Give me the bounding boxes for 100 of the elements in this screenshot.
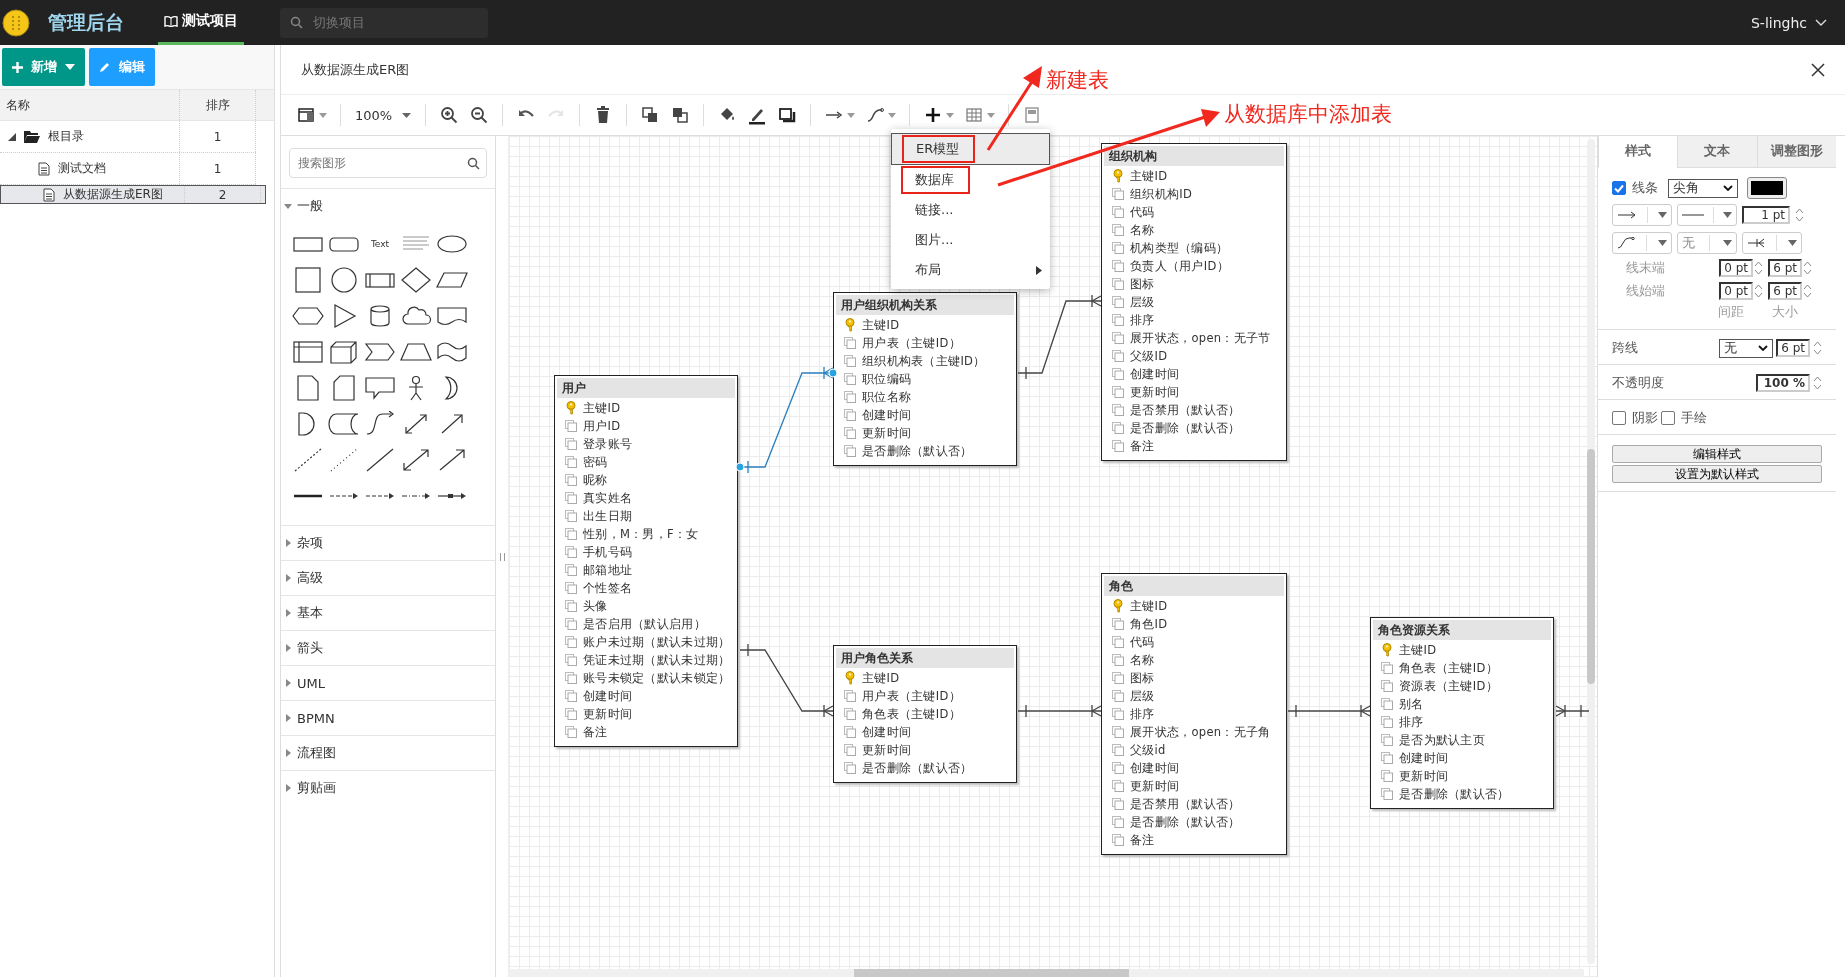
menu-item[interactable]: 布局: [891, 255, 1050, 285]
entity-table[interactable]: 用户角色关系 主键ID 用户表（主键ID） 角色表（主键ID） 创建时间 更新时间 是否删除（默认否）: [833, 645, 1017, 783]
callout-icon[interactable]: [363, 375, 397, 401]
tape-icon[interactable]: [435, 339, 469, 365]
style-button[interactable]: 编辑样式: [1612, 445, 1822, 463]
connector-line[interactable]: [1555, 704, 1590, 718]
tree-row[interactable]: 根目录 1: [0, 121, 256, 153]
panel-layout-icon[interactable]: [296, 105, 316, 125]
field-icon: [1112, 798, 1124, 810]
spinner-icon[interactable]: [1813, 339, 1822, 357]
caret-icon[interactable]: [987, 112, 996, 118]
spacing-field[interactable]: 0 pt: [1719, 282, 1753, 300]
caret-icon[interactable]: [319, 112, 327, 118]
field-name: 登录账号: [583, 436, 633, 452]
expand-triangle-icon[interactable]: [8, 132, 16, 141]
connection-style-dropdown[interactable]: [1612, 204, 1672, 226]
connector-line[interactable]: [1017, 294, 1102, 380]
field-icon: [844, 726, 856, 738]
field-icon: [1381, 734, 1393, 746]
field-name: 是否禁用（默认否）: [1130, 402, 1241, 418]
spinner-icon[interactable]: [1803, 282, 1812, 300]
user-menu[interactable]: S-linghc: [1750, 14, 1827, 31]
close-icon[interactable]: [1811, 62, 1825, 77]
field-icon: [844, 445, 856, 457]
spinner-icon[interactable]: [1813, 374, 1822, 392]
project-switch-field[interactable]: 切换项目: [280, 7, 488, 38]
line-width-field[interactable]: 1 pt: [1742, 206, 1790, 224]
entity-table[interactable]: 角色 主键ID 角色ID 代码 名称 图标 层级 排序 展开状态，open：无子角 父级id 创建时间 更新时间 是否禁用（默认否） 是否删除（默认否） 备注: [1101, 573, 1287, 855]
line-pattern-dropdown[interactable]: [1677, 204, 1737, 226]
project-switch-field[interactable]: 切换项目: [311, 14, 465, 31]
color-swatch[interactable]: [1748, 178, 1786, 198]
connector-line[interactable]: [739, 643, 834, 718]
chevron-down-icon: [1758, 345, 1768, 351]
style-button[interactable]: 设置为默认样式: [1612, 465, 1822, 483]
zoom-dropdown[interactable]: 100%: [349, 107, 418, 123]
shape-search-field[interactable]: 搜索图形: [289, 148, 487, 178]
entity-table[interactable]: 组织机构 主键ID 组织机构ID 代码 名称 机构类型（编码） 负责人（用户ID） 图标 层级 排序 展开状态，open：无子节 父级ID 创建时间 更新时间 是否禁用（默认否） 是否删除（默认否） 备注: [1101, 143, 1287, 461]
text-shape[interactable]: Text: [370, 231, 390, 257]
data-storage-icon[interactable]: [327, 411, 361, 437]
line-jump-select[interactable]: 无: [1719, 338, 1773, 358]
zoom-in-icon[interactable]: [439, 105, 460, 125]
menu-item[interactable]: ER模型: [891, 133, 1050, 165]
shape-category[interactable]: BPMN: [281, 700, 495, 735]
menu-item[interactable]: 图片...: [891, 225, 1050, 255]
spinner-icon[interactable]: [1803, 259, 1812, 277]
entity-table[interactable]: 角色资源关系 主键ID 角色表（主键ID） 资源表（主键ID） 别名 排序 是否为默认主页 创建时间 更新时间 是否删除（默认否）: [1370, 617, 1554, 809]
format-tab[interactable]: 调整图形: [1756, 136, 1836, 168]
scrollbar-thumb[interactable]: [1587, 449, 1595, 684]
field-icon: [1112, 332, 1124, 344]
connector-line[interactable]: [1287, 704, 1371, 718]
tree-row[interactable]: 从数据源生成ER图 2: [0, 185, 266, 204]
to-back-icon[interactable]: [670, 105, 691, 125]
caret-icon[interactable]: [888, 112, 897, 118]
key-icon: [1112, 169, 1124, 183]
caret-icon[interactable]: [946, 112, 955, 118]
format-tab[interactable]: 文本: [1677, 136, 1757, 168]
checkbox[interactable]: [1612, 411, 1626, 425]
shape-category[interactable]: UML: [281, 665, 495, 700]
size-field[interactable]: 6 pt: [1768, 259, 1802, 277]
shape-category[interactable]: 杂项: [281, 525, 495, 560]
connector-line[interactable]: [735, 366, 838, 474]
shape-category[interactable]: 剪贴画: [281, 770, 495, 805]
diamond-icon[interactable]: [399, 267, 433, 293]
field-name: 创建时间: [1399, 750, 1449, 766]
shape-category[interactable]: 高级: [281, 560, 495, 595]
spinner-icon[interactable]: [1795, 206, 1804, 224]
entity-table[interactable]: 用户组织机构关系 主键ID 用户表（主键ID） 组织机构表（主键ID） 职位编码 职位名称 创建时间 更新时间 是否删除（默认否）: [833, 292, 1017, 466]
connector-line[interactable]: [1017, 704, 1102, 718]
checkbox[interactable]: [1612, 181, 1626, 195]
shape-category[interactable]: 流程图: [281, 735, 495, 770]
curve-icon[interactable]: [865, 105, 886, 125]
scrollbar-thumb[interactable]: [854, 969, 1129, 977]
menu-item[interactable]: 数据库: [891, 165, 1050, 195]
shape-category[interactable]: 基本: [281, 595, 495, 630]
shadow-icon[interactable]: [777, 105, 798, 125]
entity-table[interactable]: 用户 主键ID 用户ID 登录账号 密码 昵称 真实姓名 出生日期 性别，M：男，F：女 手机号码 邮箱地址 个性签名 头像 是否启用（默认启用） 账户未过期（默认未过期） 凭证未过期（默认未过期） 账号未锁定（默认未锁定） 创建时间 更新时间 备注: [554, 375, 738, 747]
opacity-field[interactable]: 100 %: [1756, 374, 1810, 392]
spinner-icon[interactable]: [1754, 259, 1763, 277]
checkbox[interactable]: [1661, 411, 1675, 425]
table-icon[interactable]: [964, 105, 985, 125]
zoom-out-icon[interactable]: [469, 105, 490, 125]
internal-storage-icon[interactable]: [291, 339, 325, 365]
waypoint-dropdown[interactable]: [1612, 232, 1672, 254]
jump-size-field[interactable]: 6 pt: [1776, 339, 1810, 357]
spinner-icon[interactable]: [1754, 282, 1763, 300]
line-style-select[interactable]: 尖角: [1668, 178, 1738, 198]
field-icon: [1112, 440, 1124, 452]
caret-icon[interactable]: [847, 112, 856, 118]
tree-item-name: 测试文档: [58, 160, 106, 177]
size-field[interactable]: 6 pt: [1768, 282, 1802, 300]
line-end-dropdown[interactable]: [1742, 232, 1802, 254]
field-icon: [565, 636, 577, 648]
spacing-field[interactable]: 0 pt: [1719, 259, 1753, 277]
line-start-dropdown[interactable]: 无: [1677, 232, 1737, 254]
add-button[interactable]: 新增: [2, 48, 85, 86]
field-icon: [565, 474, 577, 486]
shape-category[interactable]: 箭头: [281, 630, 495, 665]
menu-item[interactable]: 链接...: [891, 195, 1050, 225]
shape-category[interactable]: 一般: [281, 188, 495, 223]
field-icon: [565, 582, 577, 594]
